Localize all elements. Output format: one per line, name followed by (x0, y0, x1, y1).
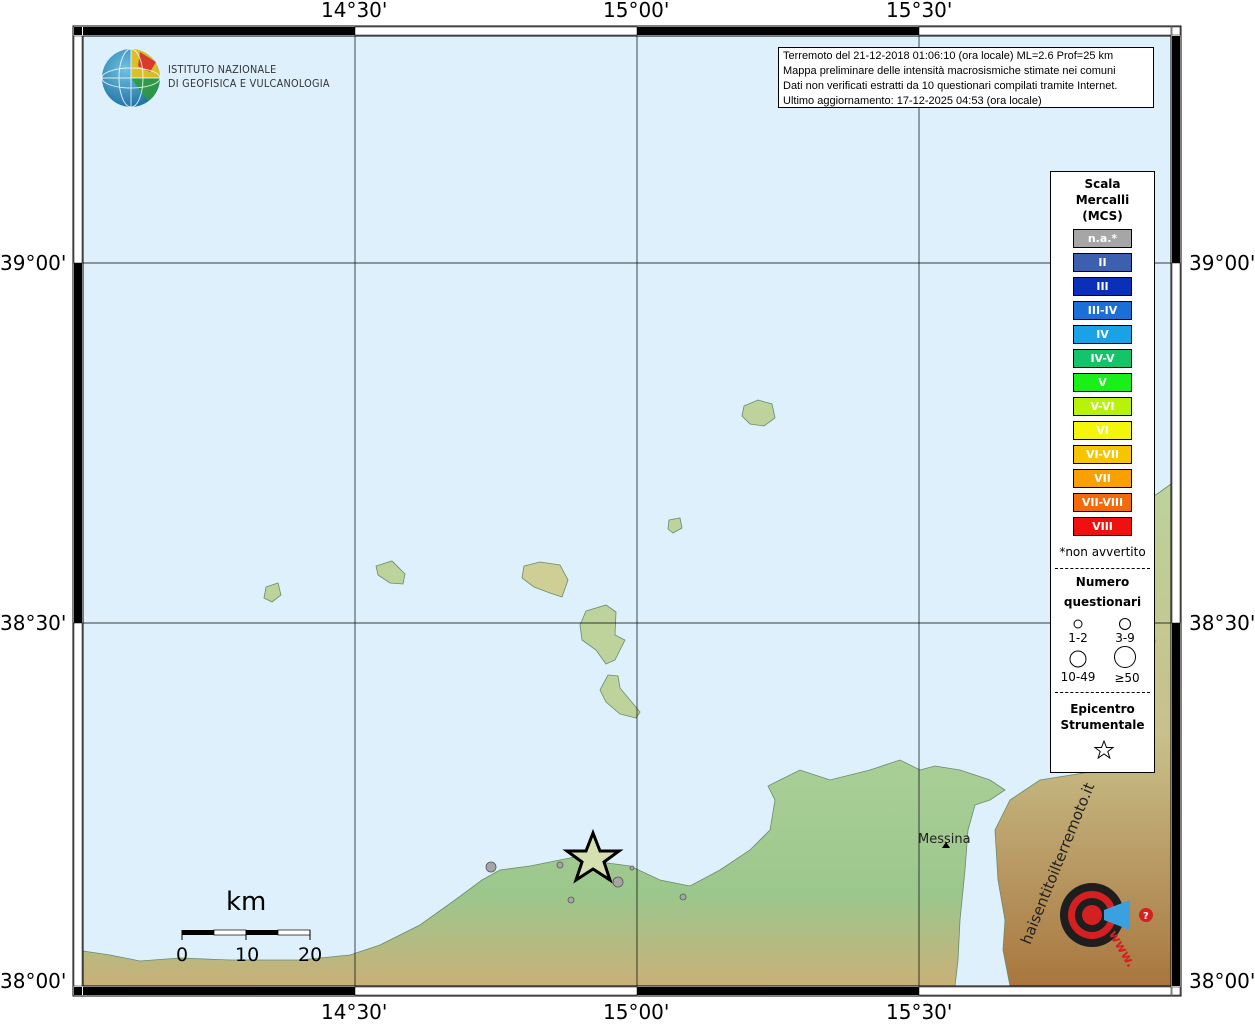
point[interactable] (556, 861, 564, 869)
intensity-swatch: III-IV (1073, 301, 1132, 320)
lat-label-right-3: 38°00' (1189, 969, 1255, 993)
lat-label-left-2: 38°30' (0, 611, 67, 635)
intensity-swatch: III (1073, 277, 1132, 296)
institute-name: ISTITUTO NAZIONALE DI GEOFISICA E VULCAN… (168, 63, 330, 91)
questionnaires-title-1: Numero (1075, 575, 1130, 589)
intensity-swatch: II (1073, 253, 1132, 272)
epicenter-title-2: Strumentale (1060, 718, 1145, 732)
point[interactable] (612, 876, 624, 888)
legend-panel: Scala Mercalli (MCS) n.a.* II III III-IV IV I… (1050, 171, 1155, 773)
intensity-swatch: VI-VII (1073, 445, 1132, 464)
event-info-box: Terremoto del 21-12-2018 01:06:10 (ora l… (778, 47, 1154, 108)
intensity-swatch: IV-V (1073, 349, 1132, 368)
intensity-swatch: V (1073, 373, 1132, 392)
intensity-swatch: IV (1073, 325, 1132, 344)
point[interactable] (485, 861, 497, 873)
size-label-1: 1-2 (1068, 631, 1088, 645)
size-label-3: 10-49 (1060, 670, 1096, 684)
intensity-swatch: VIII (1073, 517, 1132, 536)
size-label-4: ≥50 (1114, 671, 1140, 685)
scale-label-0: 0 (176, 944, 189, 966)
info-line-1: Terremoto del 21-12-2018 01:06:10 (ora l… (783, 50, 1114, 62)
legend-title-1: Scala (1084, 177, 1121, 191)
point[interactable] (629, 865, 635, 871)
lat-label-left-1: 39°00' (0, 251, 67, 275)
scale-label-20: 20 (298, 944, 323, 966)
intensity-swatch: VII-VIII (1073, 493, 1132, 512)
lon-label-top-1: 14°30' (321, 0, 388, 22)
point[interactable] (567, 896, 575, 904)
institute-name-line1: ISTITUTO NAZIONALE (168, 63, 277, 76)
info-line-2: Mappa preliminare delle intensità macros… (783, 65, 1116, 77)
epicenter-legend-star-icon (1093, 739, 1115, 760)
lat-label-right-1: 39°00' (1189, 251, 1255, 275)
intensity-swatch: VII (1073, 469, 1132, 488)
size-label-2: 3-9 (1115, 631, 1135, 645)
scale-label-10: 10 (235, 944, 260, 966)
svg-text:?: ? (1143, 911, 1149, 922)
questionnaires-title-2: questionari (1063, 595, 1142, 609)
legend-footnote: *non avvertito (1059, 545, 1146, 559)
legend-title-2: Mercalli (1075, 193, 1130, 207)
epicenter-title-1: Epicentro (1070, 702, 1135, 716)
intensity-swatch: n.a.* (1073, 229, 1132, 248)
info-line-3: Dati non verificati estratti da 10 quest… (783, 80, 1118, 92)
institute-name-line2: DI GEOFISICA E VULCANOLOGIA (168, 77, 330, 90)
legend-divider (1055, 692, 1150, 693)
lat-label-left-3: 38°00' (0, 969, 67, 993)
scale-unit: km (226, 887, 267, 917)
lon-label-top-2: 15°00' (603, 0, 670, 22)
info-line-4: Ultimo aggiornamento: 17-12-2025 04:53 (… (783, 95, 1042, 107)
intensity-swatch: VI (1073, 421, 1132, 440)
lat-label-right-2: 38°30' (1189, 611, 1255, 635)
legend-divider (1055, 568, 1150, 569)
point[interactable] (679, 893, 687, 901)
legend-title-3: (MCS) (1082, 209, 1123, 223)
lon-label-bottom-2: 15°00' (603, 1000, 670, 1024)
lon-label-top-3: 15°30' (886, 0, 953, 22)
ingv-logo (101, 48, 161, 108)
lon-label-bottom-3: 15°30' (886, 1000, 953, 1024)
city-label-messina: Messina (918, 832, 971, 847)
intensity-swatch: V-VI (1073, 397, 1132, 416)
lon-label-bottom-1: 14°30' (321, 1000, 388, 1024)
